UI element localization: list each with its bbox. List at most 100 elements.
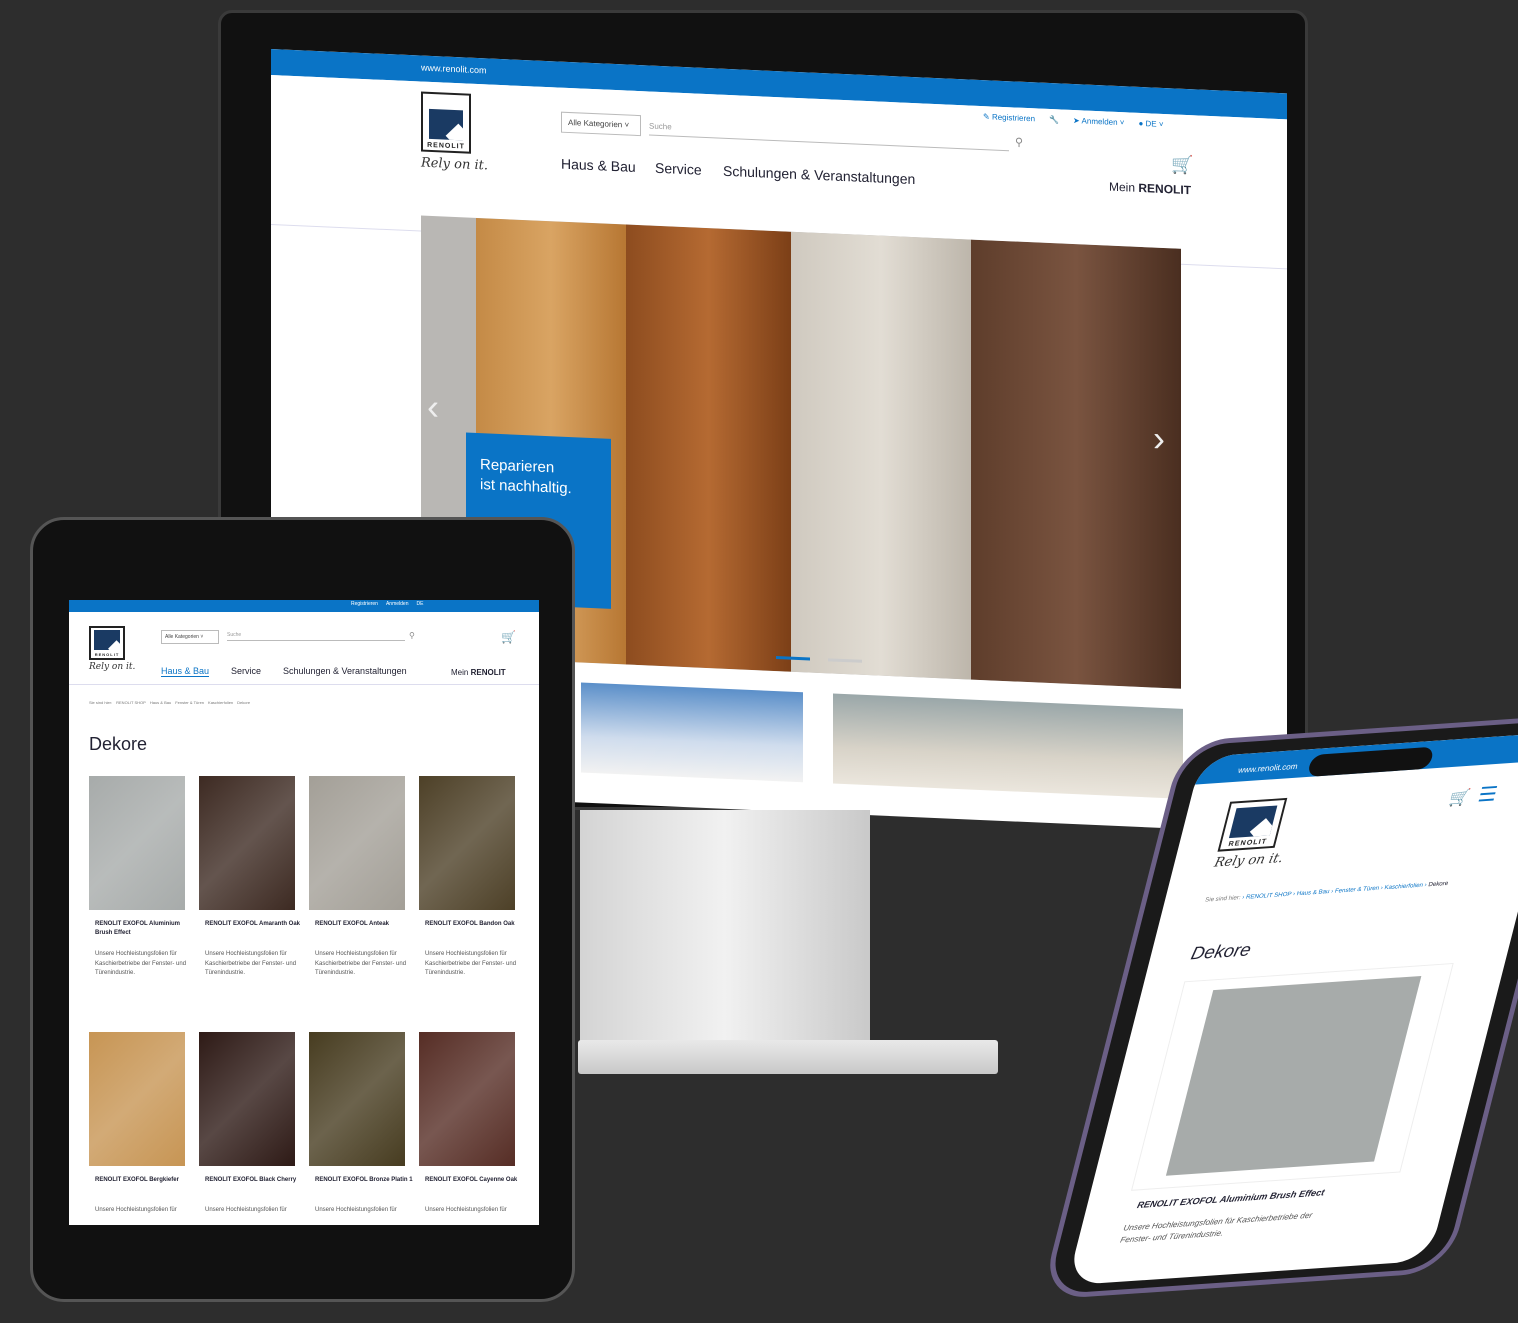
breadcrumb-item[interactable]: Kaschierfolien [208, 700, 233, 705]
product-description: Unsere Hochleistungsfolien für Kaschierb… [425, 951, 517, 977]
breadcrumb-item[interactable]: RENOLIT SHOP [1245, 892, 1292, 901]
cart-icon[interactable]: 🛒 [1171, 154, 1193, 176]
product-name[interactable]: RENOLIT EXOFOL Bergkiefer [95, 1176, 193, 1185]
product-name[interactable]: RENOLIT EXOFOL Aluminium Brush Effect [95, 920, 193, 938]
login-link[interactable]: ➤ Anmelden ˅ [1073, 116, 1124, 127]
chevron-left-icon[interactable]: ‹ [427, 386, 439, 429]
search-input[interactable]: Suche [649, 121, 1009, 152]
phone-product-name[interactable]: RENOLIT EXOFOL Aluminium Brush Effect [1136, 1187, 1326, 1210]
language-label: DE [1145, 119, 1157, 129]
nav-haus-bau[interactable]: Haus & Bau [561, 156, 636, 175]
tablet-search-input[interactable]: Suche [227, 632, 405, 641]
chevron-down-icon: ˅ [624, 120, 630, 130]
tablet-nav-service[interactable]: Service [231, 666, 261, 676]
product-name[interactable]: RENOLIT EXOFOL Black Cherry [205, 1176, 303, 1185]
breadcrumb-item-current: Dekore [237, 700, 251, 705]
product-swatch[interactable] [309, 776, 405, 910]
hero-panel-grey [791, 231, 971, 680]
my-account-link[interactable]: Mein RENOLIT [1109, 180, 1191, 198]
monitor-stand [580, 810, 870, 1050]
tablet-account-prefix: Mein [451, 668, 469, 677]
slider-dot[interactable] [828, 658, 862, 663]
teaser-office-image[interactable] [833, 693, 1183, 799]
nav-service[interactable]: Service [655, 160, 702, 178]
logo-mark-icon [429, 108, 463, 141]
breadcrumb-label: Sie sind hier: [1204, 895, 1242, 904]
breadcrumb-item[interactable]: Haus & Bau [1296, 889, 1330, 897]
product-swatch[interactable] [199, 776, 295, 910]
hero-panel-walnut [626, 224, 791, 672]
product-description: Unsere Hochleistungsfolien für [425, 1207, 507, 1213]
tablet-device: Registrieren Anmelden DE RENOLIT Rely on… [30, 517, 575, 1302]
tablet-logo[interactable]: RENOLIT [89, 626, 125, 660]
product-description: Unsere Hochleistungsfolien für Kaschierb… [315, 951, 407, 977]
phone-product-desc: Unsere Hochleistungsfolien für Kaschierb… [1119, 1210, 1314, 1245]
phone-breadcrumb: Sie sind hier: › RENOLIT SHOP › Haus & B… [1204, 880, 1449, 904]
product-description: Unsere Hochleistungsfolien für [205, 1207, 287, 1213]
logo-mark-icon [94, 630, 120, 650]
breadcrumb-item[interactable]: Fenster & Türen [175, 700, 204, 705]
product-swatch[interactable] [89, 1032, 185, 1166]
product-swatch[interactable] [419, 776, 515, 910]
register-label: Registrieren [991, 112, 1036, 124]
tablet-user-links: Registrieren Anmelden DE [351, 601, 423, 607]
product-swatch[interactable] [89, 776, 185, 910]
product-description: Unsere Hochleistungsfolien für [315, 1207, 397, 1213]
tablet-language-select[interactable]: DE [416, 601, 423, 607]
hamburger-menu-icon[interactable]: ☰ [1475, 781, 1500, 807]
tablet-account-brand: RENOLIT [470, 668, 506, 677]
my-account-brand: RENOLIT [1138, 180, 1192, 198]
product-name[interactable]: RENOLIT EXOFOL Amaranth Oak [205, 920, 303, 929]
logo-text: RENOLIT [427, 141, 465, 151]
tablet-nav-haus-bau[interactable]: Haus & Bau [161, 666, 210, 677]
my-account-prefix: Mein [1109, 179, 1136, 195]
cart-icon[interactable]: 🛒 [501, 630, 516, 644]
slider-dot-active[interactable] [776, 656, 810, 661]
phone-slogan: Rely on it. [1212, 851, 1285, 871]
tablet-register-link[interactable]: Registrieren [351, 601, 378, 607]
phone-product-card[interactable] [1130, 962, 1454, 1191]
site-url[interactable]: www.renolit.com [421, 63, 487, 76]
search-icon[interactable]: ⚲ [1015, 135, 1023, 148]
tablet-breadcrumb: Sie sind hier: RENOLIT SHOP Haus & Bau F… [89, 700, 250, 705]
tablet-login-link[interactable]: Anmelden [386, 601, 409, 607]
product-name[interactable]: RENOLIT EXOFOL Bronze Platin 1 [315, 1176, 413, 1185]
hero-caption-line2: ist nachhaltig. [480, 476, 572, 498]
tablet-my-account-link[interactable]: Mein RENOLIT [451, 668, 506, 677]
product-swatch[interactable] [419, 1032, 515, 1166]
divider [69, 684, 539, 685]
chevron-down-icon: ˅ [200, 634, 204, 640]
tablet-category-label: Alle Kategorien [165, 634, 199, 640]
wrench-icon[interactable]: 🔧 [1049, 115, 1059, 124]
product-description: Unsere Hochleistungsfolien für [95, 1207, 177, 1213]
product-swatch[interactable] [199, 1032, 295, 1166]
product-name[interactable]: RENOLIT EXOFOL Cayenne Oak [425, 1176, 523, 1185]
language-select[interactable]: ● DE ˅ [1138, 119, 1163, 129]
user-links: ✎ Registrieren 🔧 ➤ Anmelden ˅ ● DE ˅ [983, 112, 1164, 129]
slogan: Rely on it. [421, 155, 488, 174]
cart-icon[interactable]: 🛒 [1447, 787, 1472, 808]
search-icon[interactable]: ⚲ [409, 631, 415, 640]
tablet-slogan: Rely on it. [89, 662, 136, 672]
breadcrumb-item[interactable]: Haus & Bau [150, 700, 171, 705]
breadcrumb-item[interactable]: Kaschierfolien [1384, 883, 1424, 892]
product-name[interactable]: RENOLIT EXOFOL Bandon Oak [425, 920, 523, 929]
product-description: Unsere Hochleistungsfolien für Kaschierb… [95, 951, 187, 977]
renolit-logo[interactable]: RENOLIT [421, 91, 471, 154]
phone-product-image[interactable] [1165, 975, 1422, 1176]
monitor-stand-base [578, 1040, 998, 1074]
phone-logo[interactable]: RENOLIT [1217, 797, 1288, 852]
category-select[interactable]: Alle Kategorien ˅ [561, 111, 641, 137]
product-name[interactable]: RENOLIT EXOFOL Anteak [315, 920, 413, 929]
breadcrumb-item[interactable]: Fenster & Türen [1334, 886, 1380, 895]
product-swatch[interactable] [309, 1032, 405, 1166]
phone-site-url[interactable]: www.renolit.com [1237, 762, 1299, 775]
breadcrumb-item[interactable]: RENOLIT SHOP [116, 700, 146, 705]
teaser-building-image[interactable] [581, 682, 803, 783]
product-description: Unsere Hochleistungsfolien für Kaschierb… [205, 951, 297, 977]
register-link[interactable]: ✎ Registrieren [983, 112, 1035, 123]
chevron-right-icon[interactable]: › [1153, 418, 1165, 461]
tablet-nav-schulungen[interactable]: Schulungen & Veranstaltungen [283, 666, 407, 676]
tablet-category-select[interactable]: Alle Kategorien ˅ [161, 630, 219, 644]
nav-schulungen[interactable]: Schulungen & Veranstaltungen [723, 163, 915, 187]
